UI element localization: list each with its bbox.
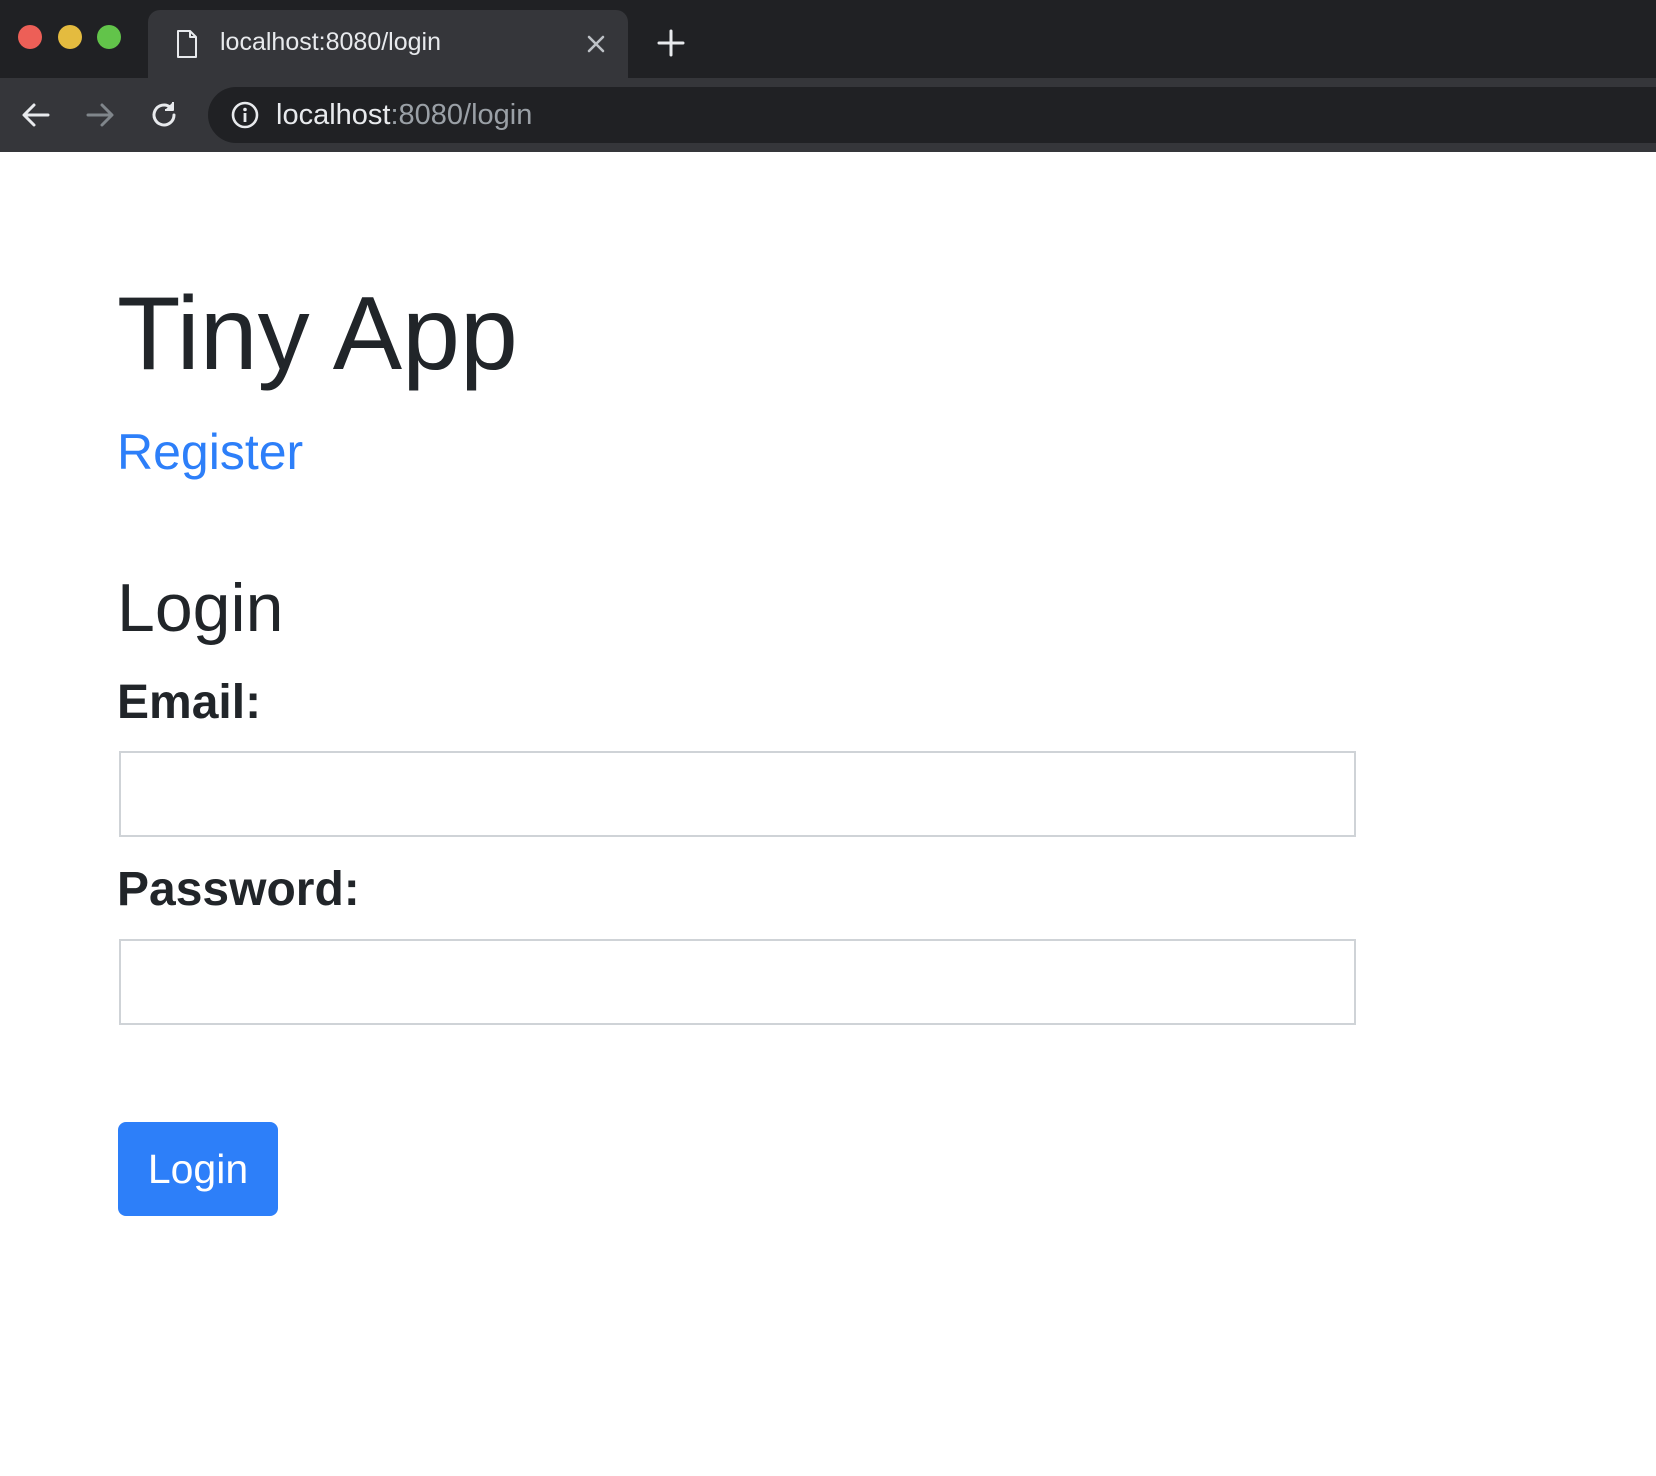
window-maximize-button[interactable] (97, 25, 121, 49)
arrow-left-icon[interactable] (18, 97, 54, 133)
register-link[interactable]: Register (117, 427, 303, 477)
app-title: Tiny App (117, 276, 518, 392)
browser-toolbar: localhost:8080/login (0, 78, 1656, 152)
browser-tab-bar: localhost:8080/login (0, 0, 1656, 78)
email-field[interactable] (119, 751, 1356, 837)
arrow-right-icon[interactable] (82, 97, 118, 133)
plus-icon[interactable] (656, 28, 686, 58)
info-icon[interactable] (230, 100, 260, 130)
password-field[interactable] (119, 939, 1356, 1025)
close-icon[interactable] (584, 32, 608, 56)
password-label: Password: (117, 863, 360, 916)
url-host: localhost (276, 99, 391, 131)
address-url[interactable]: localhost:8080/login (276, 99, 532, 132)
window-minimize-button[interactable] (58, 25, 82, 49)
document-icon (177, 30, 197, 58)
window-close-button[interactable] (18, 25, 42, 49)
browser-tab-active[interactable]: localhost:8080/login (148, 10, 628, 78)
reload-icon[interactable] (146, 97, 182, 133)
login-button[interactable]: Login (118, 1122, 278, 1216)
tab-title: localhost:8080/login (220, 28, 441, 56)
url-path: :8080/login (390, 99, 533, 131)
login-heading: Login (117, 570, 284, 646)
email-label: Email: (117, 676, 262, 729)
address-bar[interactable]: localhost:8080/login (208, 87, 1656, 143)
